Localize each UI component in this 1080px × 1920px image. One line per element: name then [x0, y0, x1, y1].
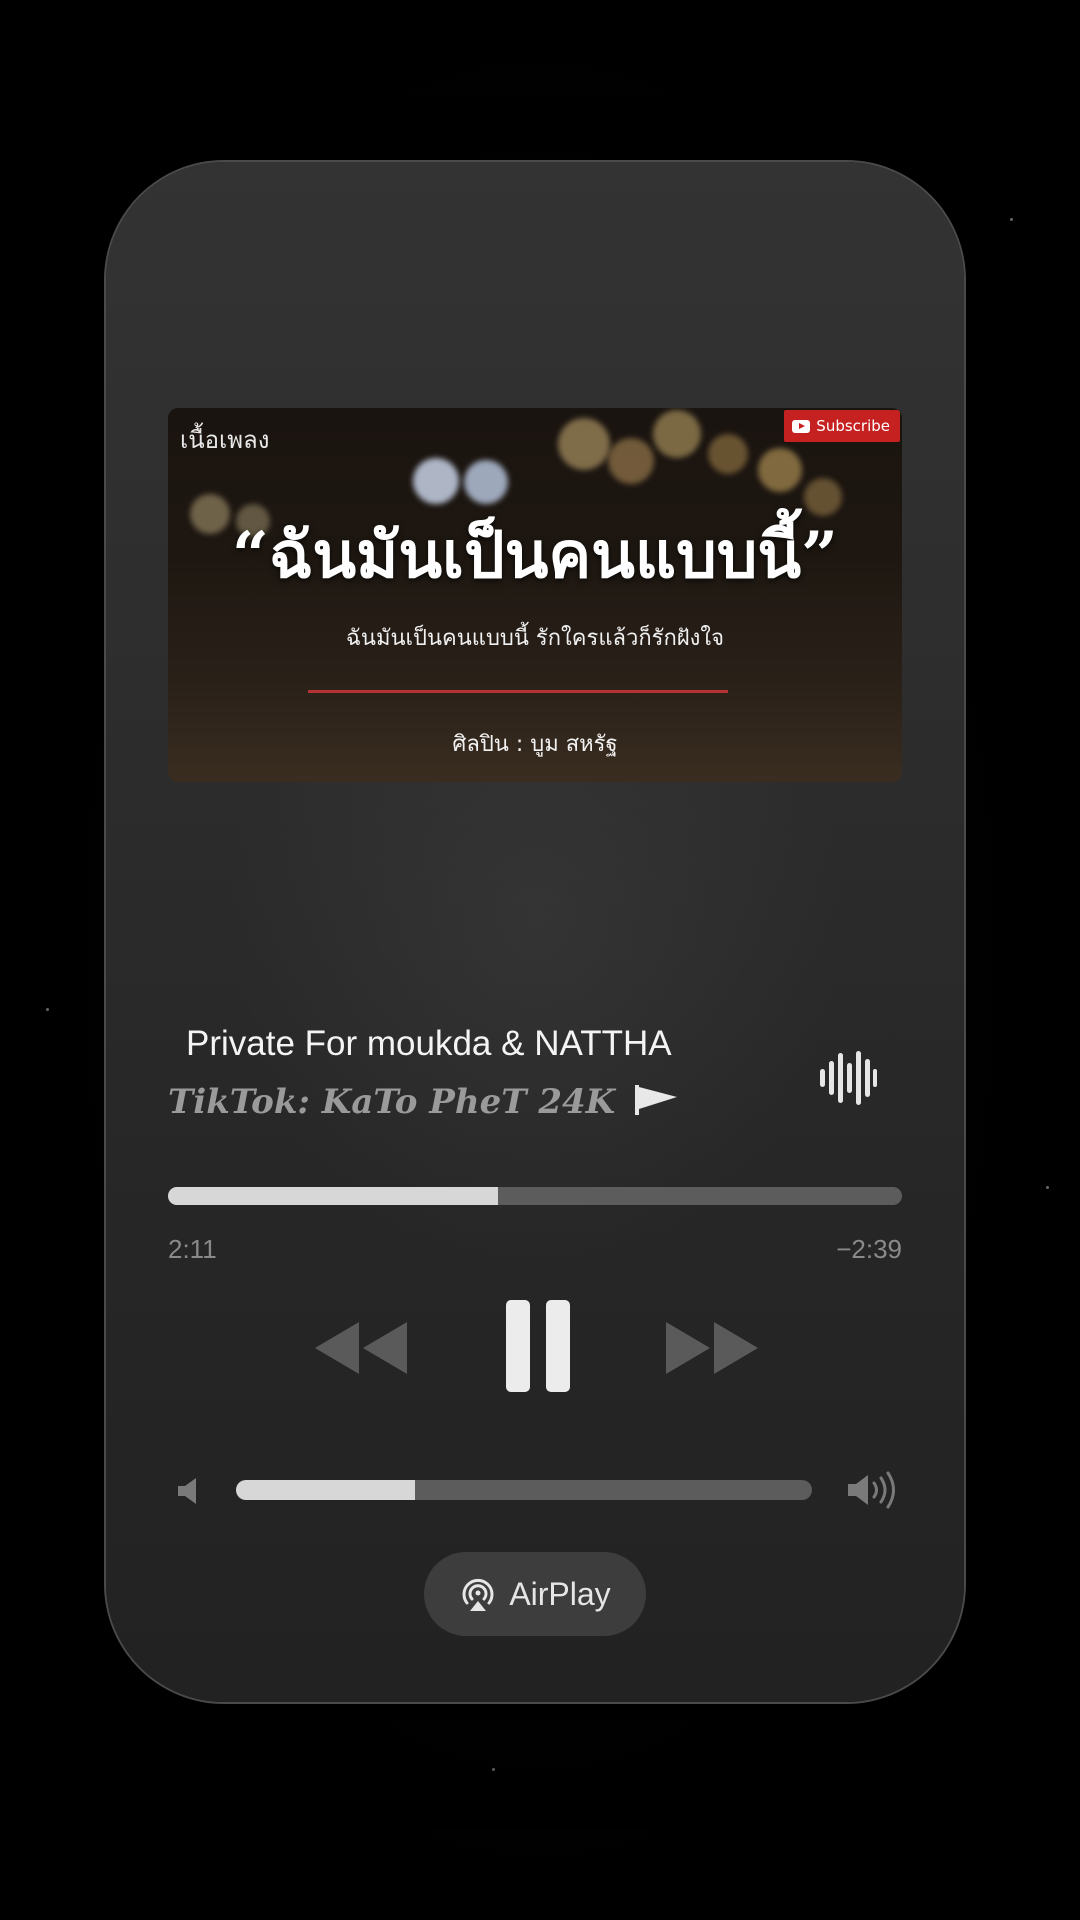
bokeh-light: [608, 438, 654, 484]
speaker-low-icon: [178, 1478, 196, 1504]
youtube-play-icon: [792, 419, 811, 433]
artwork-divider: [308, 690, 728, 693]
airplay-button[interactable]: AirPlay: [424, 1552, 646, 1636]
bokeh-light: [413, 458, 459, 504]
playback-progress-fill: [168, 1187, 499, 1205]
bokeh-light: [464, 460, 508, 504]
playback-scrubber[interactable]: [168, 1187, 902, 1205]
track-title[interactable]: Private For moukda & NATTHA: [186, 1024, 786, 1064]
rewind-icon[interactable]: [311, 1318, 411, 1378]
pause-icon[interactable]: [500, 1296, 576, 1396]
volume-slider[interactable]: [236, 1480, 812, 1500]
speaker-high-icon: [848, 1471, 895, 1509]
background-star: [492, 1768, 495, 1771]
bokeh-light: [708, 434, 748, 474]
track-artist[interactable]: TikTok: KaTo PheT 24K: [168, 1082, 681, 1122]
artwork-artist-line: ศิลปิน : บูม สหรัฐ: [452, 732, 618, 757]
bokeh-light: [653, 410, 701, 458]
album-artwork[interactable]: เนื้อเพลง Subscribe “ฉันมันเป็นคนแบบนี้”…: [168, 408, 902, 782]
artwork-subtitle: ฉันมันเป็นคนแบบนี้ รักใครแล้วก็รักฝังใจ: [345, 626, 725, 651]
remaining-time: −2:39: [836, 1234, 902, 1264]
fast-forward-icon[interactable]: [662, 1318, 762, 1378]
elapsed-time: 2:11: [168, 1234, 217, 1264]
background-star: [46, 1008, 49, 1011]
artwork-title: “ฉันมันเป็นคนแบบนี้”: [232, 518, 838, 593]
bokeh-light: [758, 448, 802, 492]
subscribe-badge: Subscribe: [784, 410, 900, 442]
background-star: [1046, 1186, 1049, 1189]
bokeh-light: [558, 418, 610, 470]
airplay-icon: [462, 1578, 494, 1611]
flag-icon: [635, 1085, 678, 1115]
screen: เนื้อเพลง Subscribe “ฉันมันเป็นคนแบบนี้”…: [0, 0, 1080, 1920]
track-artist-label: TikTok: KaTo PheT 24K: [168, 1082, 616, 1122]
artwork-lyrics-label: เนื้อเพลง: [180, 426, 270, 454]
waveform-icon[interactable]: [818, 1049, 878, 1107]
airplay-label: AirPlay: [509, 1575, 611, 1612]
subscribe-label: Subscribe: [816, 417, 890, 435]
volume-level-fill: [236, 1480, 415, 1500]
background-star: [1010, 218, 1013, 221]
now-playing-card: เนื้อเพลง Subscribe “ฉันมันเป็นคนแบบนี้”…: [106, 162, 964, 1702]
